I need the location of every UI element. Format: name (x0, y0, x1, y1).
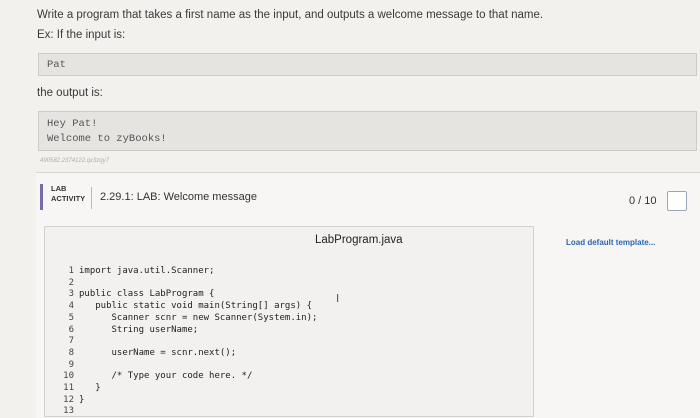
line-number: 7 (68, 336, 74, 347)
prompt-text: Write a program that takes a first name … (37, 9, 544, 21)
editor-filename: LabProgram.java (315, 234, 403, 246)
line-number: 2 (68, 277, 74, 288)
lab-title: 2.29.1: LAB: Welcome message (100, 191, 257, 203)
code-line[interactable]: public static void main(String[] args) { (79, 300, 312, 312)
code-line[interactable]: String userName; (79, 324, 199, 336)
output-line-2: Welcome to zyBooks! (47, 133, 167, 145)
output-label: the output is: (37, 87, 103, 99)
line-number: 10 (63, 371, 74, 382)
badge-divider (91, 187, 92, 209)
line-number: 4 (68, 301, 74, 312)
line-number: 9 (68, 359, 74, 370)
line-number: 6 (68, 324, 74, 335)
line-number: 13 (63, 406, 74, 417)
load-default-template-link[interactable]: Load default template... (566, 238, 655, 247)
code-line[interactable]: import java.util.Scanner; (79, 265, 214, 277)
text-cursor-icon: I (336, 292, 340, 305)
line-number: 12 (63, 394, 74, 405)
code-line[interactable]: public class LabProgram { (79, 288, 214, 300)
output-line-1: Hey Pat! (47, 118, 98, 130)
line-number: 8 (68, 347, 74, 358)
input-example-box: Pat (38, 53, 697, 76)
code-line[interactable]: Scanner scnr = new Scanner(System.in); (79, 312, 318, 324)
prompt-example-label: Ex: If the input is: (37, 29, 126, 41)
score-text: 0 / 10 (629, 195, 657, 207)
output-example-box: Hey Pat! Welcome to zyBooks! (38, 111, 697, 151)
line-number: 3 (68, 289, 74, 300)
line-number: 5 (68, 312, 74, 323)
code-line[interactable]: /* Type your code here. */ (79, 370, 253, 382)
code-line[interactable]: userName = scnr.next(); (79, 347, 237, 359)
line-number: 1 (68, 266, 74, 276)
code-line[interactable]: } (79, 394, 84, 406)
score-box (667, 191, 687, 211)
hash-code: 490582.2374122.qx3zqy7 (40, 158, 110, 164)
code-line[interactable]: } (79, 382, 100, 394)
line-number: 11 (63, 383, 74, 393)
input-example-text: Pat (47, 59, 66, 71)
